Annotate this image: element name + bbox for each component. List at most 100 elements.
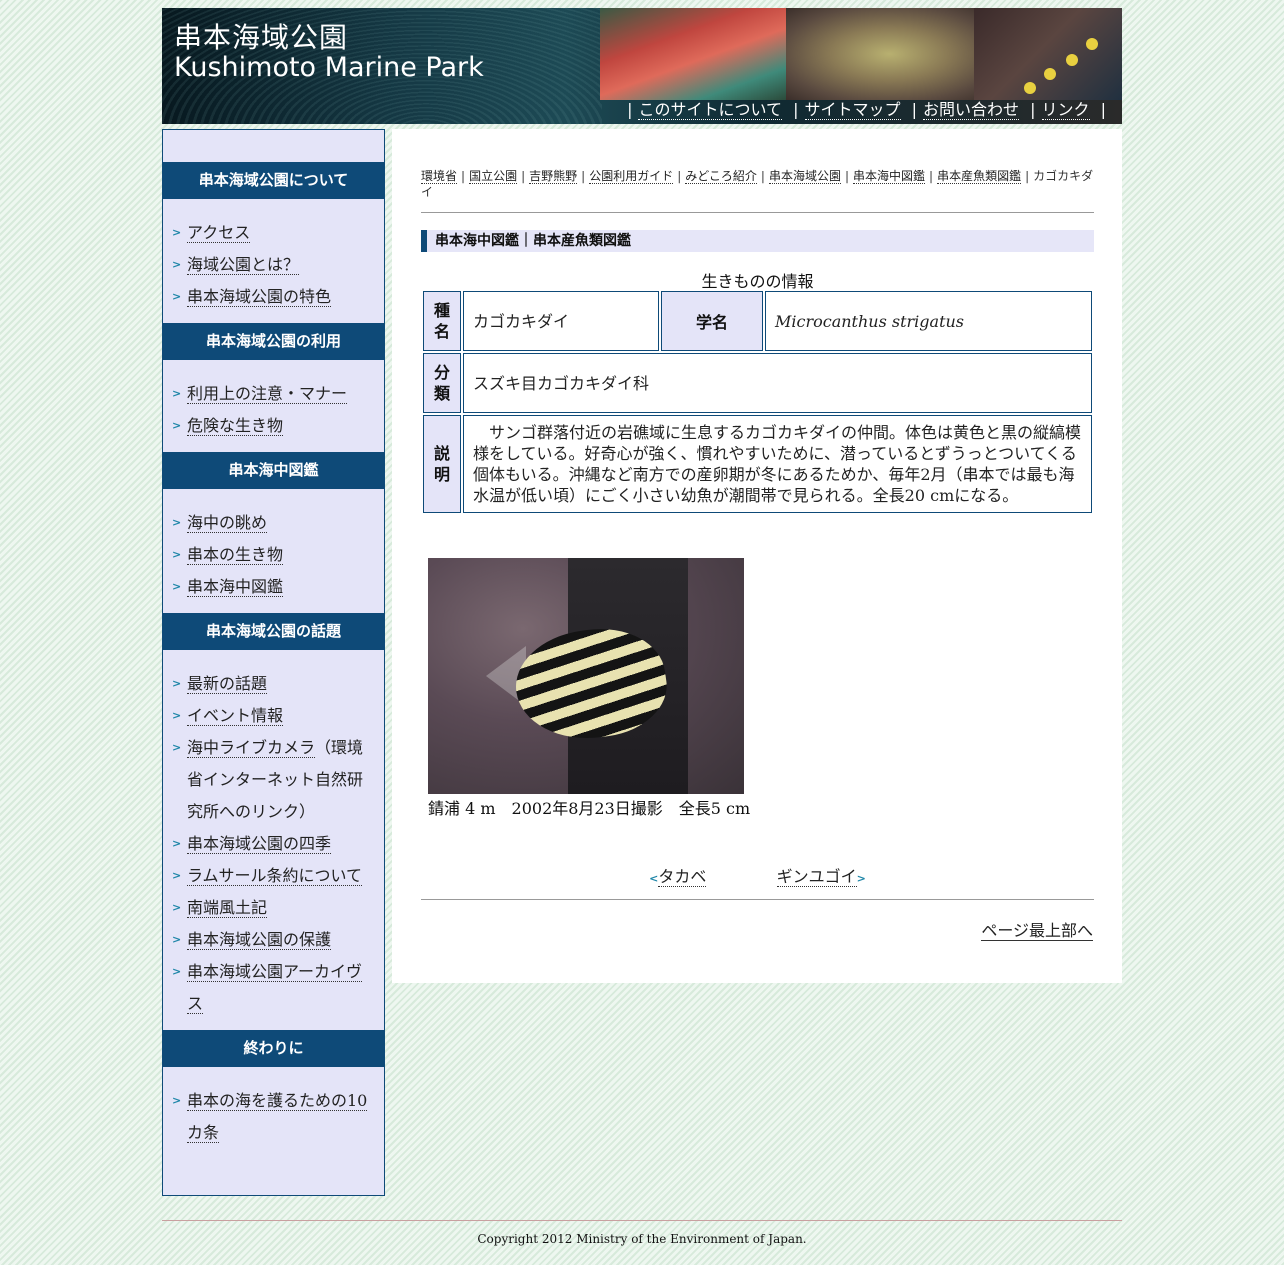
sidebar-item-seasons: > 串本海域公園の四季 [163, 828, 384, 860]
chevron-right-icon: > [172, 933, 182, 946]
chevron-right-icon: > [172, 677, 182, 690]
site-logo-ja[interactable]: 串本海域公園 [174, 16, 348, 56]
sidebar-link-seasons[interactable]: 串本海域公園の四季 [187, 834, 332, 854]
chevron-right-icon: > [172, 516, 182, 529]
sidebar-item-what-is: > 海域公園とは？ [163, 249, 384, 281]
chevron-right-icon: > [172, 387, 182, 400]
breadcrumb-link[interactable]: 串本産魚類図鑑 [937, 169, 1022, 184]
chevron-right-icon: > [172, 580, 182, 593]
next-species-link[interactable]: ギンユゴイ [776, 867, 857, 887]
chevron-right-icon: > [172, 258, 182, 271]
sidebar-item-creatures: > 串本の生き物 [163, 539, 384, 571]
sidebar-item-protection: > 串本海域公園の保護 [163, 924, 384, 956]
sidebar-heading-usage: 串本海域公園の利用 [163, 323, 384, 360]
chevron-right-icon: > [172, 965, 182, 978]
sidebar-item-underwater-view: > 海中の眺め [163, 507, 384, 539]
divider [421, 899, 1094, 900]
sidebar-item-livecam: > 海中ライブカメラ（環境省インターネット自然研究所へのリンク） [163, 732, 384, 828]
sidebar-link-dangerous[interactable]: 危険な生き物 [187, 416, 284, 436]
class-label-text: 分類 [434, 363, 451, 403]
breadcrumb-link[interactable]: 国立公園 [469, 169, 518, 184]
photo-caption: 錆浦 4 m 2002年8月23日撮影 全長5 cm [428, 799, 751, 818]
sidebar-link-manners[interactable]: 利用上の注意・マナー [187, 384, 348, 404]
back-to-top: ページ最上部へ [981, 917, 1093, 941]
prev-species-link[interactable]: タカベ [658, 867, 707, 887]
sidebar: 串本海域公園について > アクセス > 海域公園とは？ > 串本海域公園の特色 串本海… [162, 129, 385, 1196]
site-logo-en[interactable]: Kushimoto Marine Park [174, 52, 484, 83]
breadcrumb-link[interactable]: 串本海中図鑑 [853, 169, 926, 184]
divider [421, 212, 1094, 213]
sidebar-link-features[interactable]: 串本海域公園の特色 [187, 287, 332, 307]
chevron-left-icon: < [649, 872, 659, 885]
nav-about-site[interactable]: このサイトについて [638, 100, 783, 120]
sci-name-label: 学名 [661, 291, 763, 351]
sidebar-item-fudoki: > 南端風土記 [163, 892, 384, 924]
desc-value: サンゴ群落付近の岩礁域に生息するカゴカキダイの仲間。体色は黄色と黒の縦縞模様をし… [463, 415, 1092, 513]
sidebar-link-access[interactable]: アクセス [187, 223, 251, 243]
class-label: 分類 [423, 353, 461, 413]
desc-label: 説明 [423, 415, 461, 513]
name-label: 種名 [423, 291, 461, 351]
sidebar-heading-topics: 串本海域公園の話題 [163, 613, 384, 650]
sidebar-link-events[interactable]: イベント情報 [187, 706, 284, 726]
name-label-text: 種名 [434, 301, 451, 341]
copyright: Copyright 2012 Ministry of the Environme… [477, 1232, 807, 1246]
chevron-right-icon: > [172, 226, 182, 239]
chevron-right-icon: > [172, 1094, 182, 1107]
sidebar-link-creatures[interactable]: 串本の生き物 [187, 545, 284, 565]
sidebar-link-encyclopedia[interactable]: 串本海中図鑑 [187, 577, 284, 597]
sidebar-item-events: > イベント情報 [163, 700, 384, 732]
nav-contact[interactable]: お問い合わせ [923, 100, 1020, 120]
sidebar-link-ten-rules[interactable]: 串本の海を護るための10カ条 [187, 1091, 368, 1143]
site-header: 串本海域公園 Kushimoto Marine Park | このサイトについて … [162, 8, 1122, 124]
header-photo-scorpionfish [786, 8, 974, 100]
species-info-table: 種名 カゴカキダイ 学名 Microcanthus strigatus 分類 ス… [421, 289, 1094, 515]
breadcrumb: 環境省 | 国立公園 | 吉野熊野 | 公園利用ガイド | みどころ紹介 | 串本海域公園 | 串本海中… [421, 169, 1094, 199]
sidebar-item-manners: > 利用上の注意・マナー [163, 378, 384, 410]
sidebar-item-dangerous: > 危険な生き物 [163, 410, 384, 442]
section-title: 串本海中図鑑｜串本産魚類図鑑 [421, 230, 1094, 252]
chevron-right-icon: > [172, 548, 182, 561]
main-content: 環境省 | 国立公園 | 吉野熊野 | 公園利用ガイド | みどころ紹介 | 串本海域公園 | 串本海中… [392, 129, 1122, 983]
chevron-right-icon: > [172, 837, 182, 850]
sidebar-item-ramsar: > ラムサール条約について [163, 860, 384, 892]
top-navigation: | このサイトについて | サイトマップ | お問い合わせ | リンク | [627, 100, 1106, 120]
chevron-right-icon: > [172, 290, 182, 303]
back-to-top-link[interactable]: ページ最上部へ [981, 921, 1093, 941]
sidebar-item-encyclopedia: > 串本海中図鑑 [163, 571, 384, 603]
sidebar-link-what-is[interactable]: 海域公園とは？ [187, 255, 300, 275]
chevron-right-icon: > [172, 709, 182, 722]
breadcrumb-link[interactable]: みどころ紹介 [685, 169, 757, 184]
chevron-right-icon: > [172, 741, 182, 754]
sidebar-item-archives: > 串本海域公園アーカイヴス [163, 956, 384, 1020]
sidebar-link-news[interactable]: 最新の話題 [187, 674, 268, 694]
sidebar-heading-about: 串本海域公園について [163, 162, 384, 199]
chevron-right-icon: > [172, 901, 182, 914]
species-pager: <タカベ ギンユゴイ> [421, 863, 1094, 887]
desc-label-text: 説明 [434, 444, 451, 484]
sidebar-heading-encyclopedia: 串本海中図鑑 [163, 452, 384, 489]
breadcrumb-link[interactable]: 環境省 [421, 169, 458, 184]
nav-sitemap[interactable]: サイトマップ [804, 100, 901, 120]
sidebar-link-protection[interactable]: 串本海域公園の保護 [187, 930, 332, 950]
sidebar-item-features: > 串本海域公園の特色 [163, 281, 384, 313]
sidebar-heading-closing: 終わりに [163, 1030, 384, 1067]
sidebar-link-archives[interactable]: 串本海域公園アーカイヴス [187, 962, 363, 1014]
species-photo [428, 558, 744, 794]
sidebar-item-ten-rules: > 串本の海を護るための10カ条 [163, 1085, 384, 1149]
chevron-right-icon: > [172, 869, 182, 882]
sidebar-link-underwater-view[interactable]: 海中の眺め [187, 513, 268, 533]
chevron-right-icon: > [856, 872, 866, 885]
sidebar-link-livecam[interactable]: 海中ライブカメラ [187, 738, 316, 758]
sidebar-link-fudoki[interactable]: 南端風土記 [187, 898, 268, 918]
breadcrumb-link[interactable]: 串本海域公園 [768, 169, 841, 184]
footer-divider [162, 1220, 1122, 1221]
breadcrumb-link[interactable]: 吉野熊野 [529, 169, 578, 184]
nav-links[interactable]: リンク [1041, 100, 1090, 120]
sidebar-link-ramsar[interactable]: ラムサール条約について [187, 866, 363, 886]
breadcrumb-link[interactable]: 公園利用ガイド [589, 169, 674, 184]
sidebar-item-news: > 最新の話題 [163, 668, 384, 700]
header-photo-parrotfish [600, 8, 786, 100]
header-photo-nudibranch [974, 8, 1122, 100]
name-value: カゴカキダイ [463, 291, 659, 351]
